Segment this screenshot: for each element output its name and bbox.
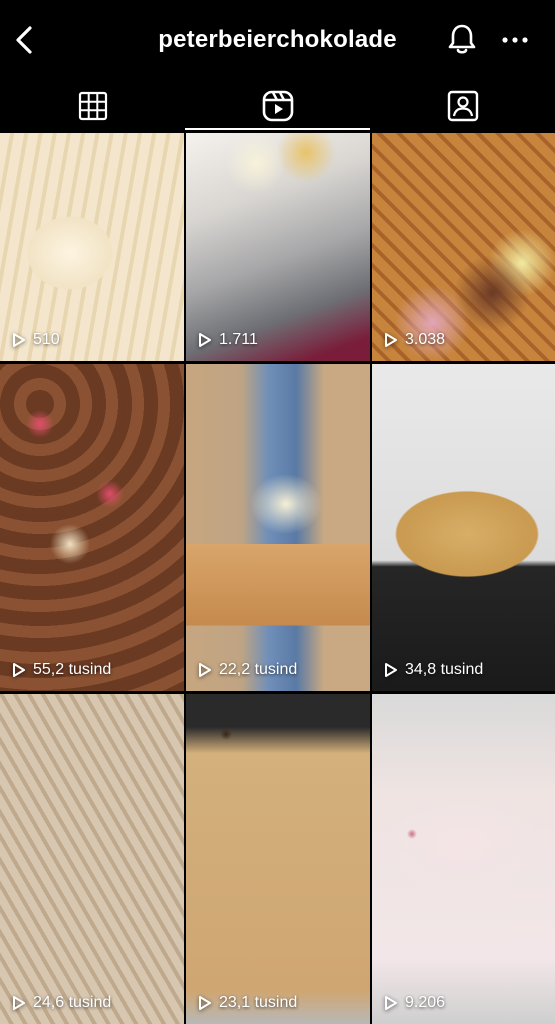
- view-count: 23,1 tusind: [198, 994, 297, 1012]
- more-horizontal-icon: [502, 37, 528, 43]
- view-count-label: 1.711: [219, 331, 258, 348]
- reel-tile[interactable]: 55,2 tusind: [0, 364, 184, 691]
- reel-tile[interactable]: 22,2 tusind: [186, 364, 370, 691]
- profile-tabs: [0, 80, 555, 132]
- tab-reels[interactable]: [185, 80, 370, 132]
- view-count-label: 23,1 tusind: [219, 994, 298, 1011]
- tab-tagged[interactable]: [370, 80, 555, 132]
- view-count: 55,2 tusind: [12, 661, 111, 679]
- reel-tile[interactable]: 510: [0, 133, 184, 361]
- view-count-label: 510: [33, 331, 60, 348]
- reel-tile[interactable]: 3.038: [372, 133, 555, 361]
- play-icon: [385, 663, 397, 677]
- tagged-icon: [447, 90, 478, 122]
- reel-thumbnail: [0, 694, 184, 1024]
- view-count-label: 3.038: [405, 331, 446, 348]
- reel-thumbnail: [186, 694, 370, 1024]
- view-count: 1.711: [198, 331, 258, 349]
- view-count-label: 55,2 tusind: [33, 661, 112, 678]
- more-options-button[interactable]: [500, 26, 530, 54]
- view-count-label: 9.206: [405, 994, 446, 1011]
- view-count: 34,8 tusind: [384, 661, 483, 679]
- view-count-label: 22,2 tusind: [219, 661, 298, 678]
- notifications-button[interactable]: [446, 22, 478, 56]
- reel-thumbnail: [186, 364, 370, 691]
- bell-icon: [448, 24, 476, 54]
- play-icon: [385, 996, 397, 1010]
- view-count-label: 24,6 tusind: [33, 994, 112, 1011]
- play-icon: [199, 333, 211, 347]
- view-count: 9.206: [384, 994, 445, 1012]
- play-icon: [199, 996, 211, 1010]
- view-count: 24,6 tusind: [12, 994, 111, 1012]
- play-icon: [13, 663, 25, 677]
- reel-tile[interactable]: 24,6 tusind: [0, 694, 184, 1024]
- play-icon: [385, 333, 397, 347]
- reel-thumbnail: [372, 364, 555, 691]
- reel-tile[interactable]: 34,8 tusind: [372, 364, 555, 691]
- reel-tile[interactable]: 9.206: [372, 694, 555, 1024]
- view-count: 22,2 tusind: [198, 661, 297, 679]
- play-icon: [199, 663, 211, 677]
- play-icon: [13, 333, 25, 347]
- reel-thumbnail: [0, 133, 184, 361]
- reel-tile[interactable]: 1.711: [186, 133, 370, 361]
- tab-grid[interactable]: [0, 80, 185, 132]
- view-count: 3.038: [384, 331, 445, 349]
- view-count: 510: [12, 331, 60, 349]
- reels-grid: 510 1.711 3.038 55,2 tusind 22,2 tusind: [0, 133, 555, 1024]
- reel-thumbnail: [186, 133, 370, 361]
- reel-thumbnail: [0, 364, 184, 691]
- reels-icon: [262, 90, 293, 122]
- view-count-label: 34,8 tusind: [405, 661, 484, 678]
- reel-tile[interactable]: 23,1 tusind: [186, 694, 370, 1024]
- top-bar: peterbeierchokolade: [0, 0, 555, 80]
- active-tab-indicator: [185, 128, 370, 130]
- play-icon: [13, 996, 25, 1010]
- reel-thumbnail: [372, 694, 555, 1024]
- grid-icon: [78, 91, 107, 121]
- reel-thumbnail: [372, 133, 555, 361]
